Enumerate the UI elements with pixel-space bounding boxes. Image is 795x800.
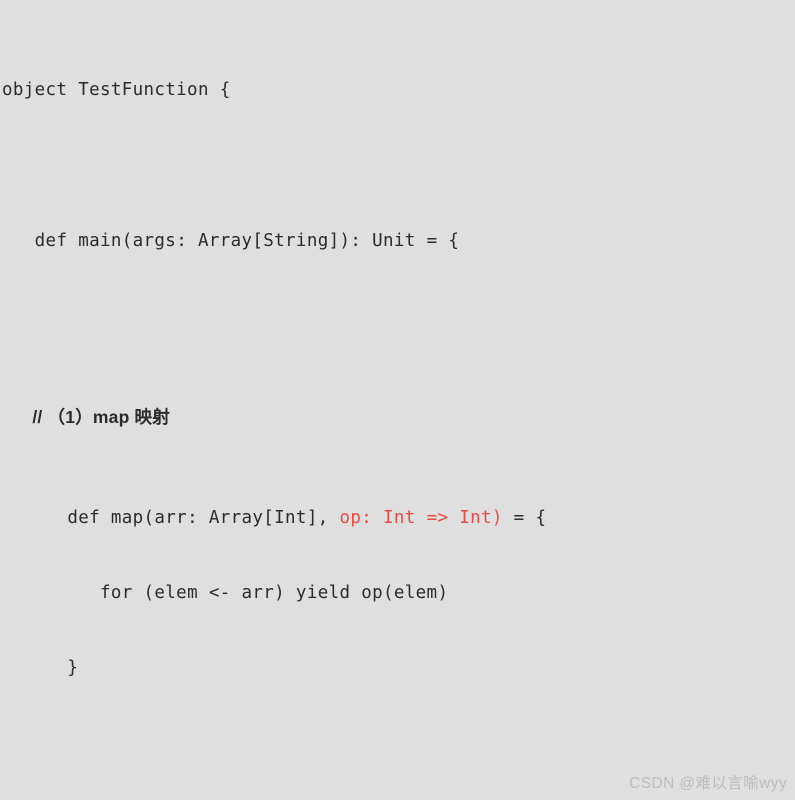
code-comment-line: // （1）map 映射 xyxy=(0,405,795,431)
code-screenshot: object TestFunction { def main(args: Arr… xyxy=(0,0,795,800)
code-block[interactable]: object TestFunction { def main(args: Arr… xyxy=(0,3,795,800)
code-line: def main(args: Array[String]): Unit = { xyxy=(0,229,795,254)
comment-text: // （1）map 映射 xyxy=(2,406,170,427)
code-highlight: op: Int => Int) xyxy=(339,507,503,528)
code-text: object TestFunction { xyxy=(2,80,231,101)
code-line: def map(arr: Array[Int], op: Int => Int)… xyxy=(0,506,795,531)
code-line: } xyxy=(0,656,795,681)
code-text: for (elem <- arr) yield op(elem) xyxy=(2,583,449,604)
code-text: def map(arr: Array[Int], xyxy=(2,507,340,528)
code-line: for (elem <- arr) yield op(elem) xyxy=(0,581,795,606)
code-text: } xyxy=(2,658,79,679)
code-text-tail: = { xyxy=(502,507,547,528)
code-line: object TestFunction { xyxy=(0,78,795,103)
code-text: def main(args: Array[String]): Unit = { xyxy=(2,230,460,251)
